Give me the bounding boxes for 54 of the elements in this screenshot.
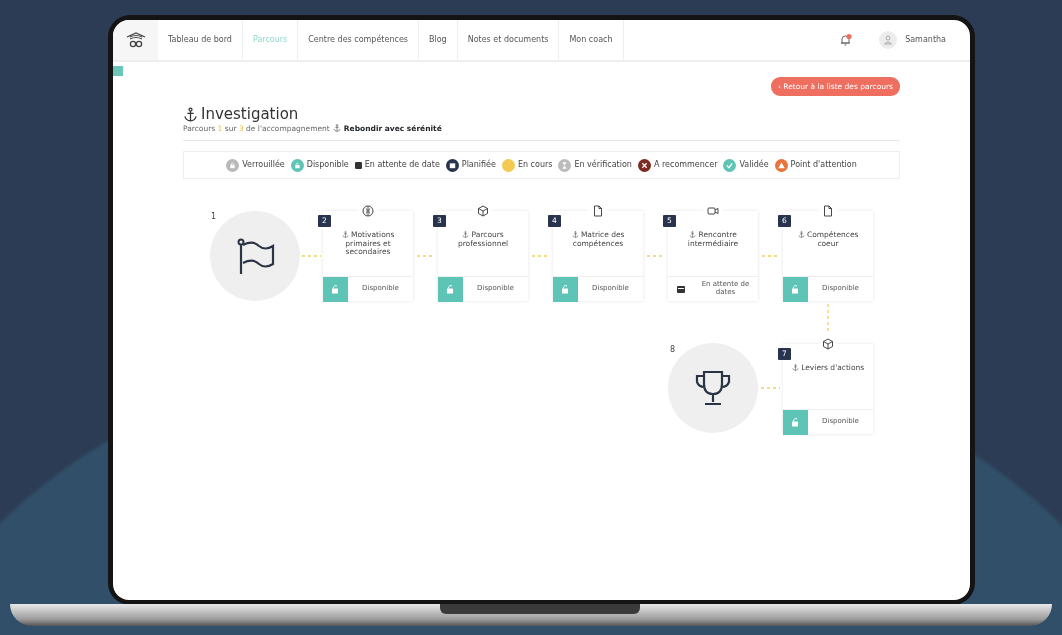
connector-line xyxy=(762,255,780,257)
anchor-icon xyxy=(462,231,470,239)
anchor-icon xyxy=(183,107,198,123)
user-name[interactable]: Samantha xyxy=(905,34,946,46)
legend-label: En attente de date xyxy=(364,159,440,171)
anchor-icon xyxy=(797,231,805,239)
anchor-icon xyxy=(571,231,579,239)
legend-label: Planifiée xyxy=(461,159,496,171)
connector-line xyxy=(302,255,321,257)
legend-label: En cours xyxy=(517,159,553,171)
status-dot-icon xyxy=(637,158,651,172)
anchor-icon xyxy=(341,231,349,239)
step-number: 1 xyxy=(211,213,217,221)
unlocked-padlock-icon xyxy=(790,284,801,294)
status-dot-icon xyxy=(558,158,572,172)
trophy-icon xyxy=(693,368,733,408)
legend-label: Verrouillée xyxy=(242,159,285,171)
legend-label: A recommencer xyxy=(653,159,718,171)
unlocked-padlock-icon xyxy=(790,417,801,427)
legend-label: En vérification xyxy=(574,159,632,171)
unlocked-padlock-icon xyxy=(445,284,456,294)
nav-tab[interactable]: Mon coach xyxy=(559,20,624,60)
notification-bell-icon[interactable] xyxy=(839,33,854,47)
anchor-icon xyxy=(689,231,697,239)
user-avatar[interactable] xyxy=(879,31,898,49)
nav-tab[interactable]: Notes et documents xyxy=(457,20,560,60)
flag-icon xyxy=(235,236,275,276)
step-number: 8 xyxy=(670,346,676,354)
calendar-icon xyxy=(354,161,362,169)
nav-tab[interactable]: Centre des compétences xyxy=(298,20,419,60)
connector-line xyxy=(417,255,435,257)
unlocked-padlock-icon xyxy=(560,284,571,294)
side-tab-icon[interactable] xyxy=(113,66,123,76)
status-dot-icon xyxy=(501,158,515,172)
nav-tab[interactable]: Tableau de bord xyxy=(158,20,243,60)
anchor-icon xyxy=(332,124,341,133)
connector-line xyxy=(532,255,550,257)
nav-tab[interactable]: Blog xyxy=(419,20,458,60)
status-dot-icon xyxy=(445,158,459,172)
legend-label: Point d'attention xyxy=(790,159,857,171)
status-dot-icon xyxy=(723,158,737,172)
unlocked-padlock-icon xyxy=(330,284,341,294)
graduation-cap-logo-icon xyxy=(124,30,147,50)
connector-line xyxy=(761,387,780,389)
calendar-icon xyxy=(676,285,685,293)
connector-line xyxy=(827,304,829,332)
status-dot-icon xyxy=(774,158,788,172)
page-title: Investigation xyxy=(201,106,299,123)
anchor-icon xyxy=(791,364,799,372)
legend-label: Validée xyxy=(739,159,769,171)
status-dot-icon xyxy=(226,158,240,172)
legend-label: Disponible xyxy=(306,159,349,171)
status-dot-icon xyxy=(290,158,304,172)
connector-line xyxy=(647,255,665,257)
